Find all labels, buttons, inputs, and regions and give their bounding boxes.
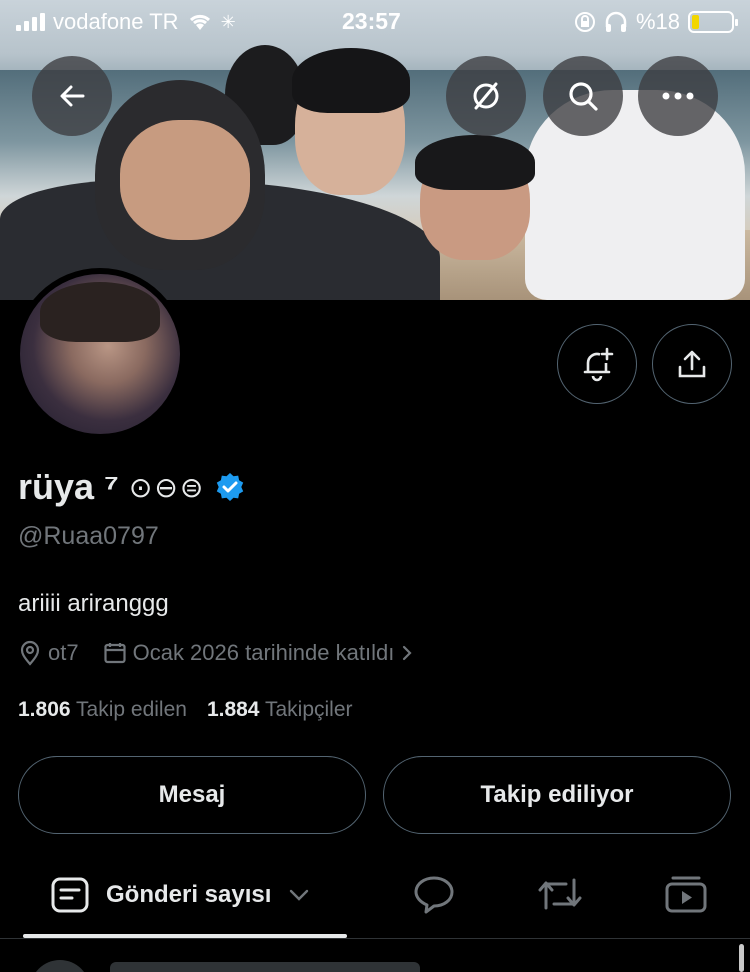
next-post-avatar: [30, 960, 90, 972]
slash-circle-icon: [473, 82, 499, 110]
following-button[interactable]: Takip ediliyor: [383, 756, 731, 834]
status-right: %18: [574, 9, 738, 35]
back-button[interactable]: [32, 56, 112, 136]
message-button[interactable]: Mesaj: [18, 756, 366, 834]
battery-percent: %18: [635, 9, 680, 34]
display-name: rüya ⁷: [18, 466, 119, 507]
signal-icon: [16, 13, 45, 31]
name-symbols: ⊙⊖⊜: [128, 471, 206, 503]
more-button[interactable]: [638, 56, 718, 136]
profile-meta: ot7 Ocak 2026 tarihinde katıldı: [18, 640, 430, 666]
clock: 23:57: [342, 8, 401, 34]
profile-banner[interactable]: [0, 0, 750, 300]
retweet-icon[interactable]: [536, 874, 584, 914]
chevron-right-icon: [403, 645, 412, 661]
followers-stat[interactable]: 1.884 Takipçiler: [207, 698, 353, 722]
media-icon[interactable]: [664, 874, 708, 914]
location-pin-icon: [20, 640, 40, 666]
followers-count: 1.884: [206, 698, 260, 721]
joined-date: Ocak 2026 tarihinde katıldı: [132, 640, 395, 665]
calendar-icon: [103, 643, 126, 664]
following-count: 1.806: [18, 698, 71, 721]
headphones-icon: [605, 11, 627, 32]
followers-label: Takipçiler: [264, 698, 353, 721]
search-icon: [569, 82, 598, 111]
arrow-left-icon: [60, 85, 85, 107]
following-stat[interactable]: 1.806 Takip edilen: [18, 698, 187, 722]
grok-button[interactable]: [446, 56, 526, 136]
status-bar: vodafone TR ✳ 23:57 %18: [0, 0, 750, 42]
carrier-name: vodafone TR: [53, 9, 179, 34]
tab-posts[interactable]: Gönderi sayısı: [50, 876, 311, 914]
following-label: Takip edilen: [76, 698, 187, 721]
reply-bubble-icon[interactable]: [412, 874, 456, 914]
posts-list-icon: [51, 877, 89, 913]
share-icon: [678, 350, 706, 378]
loading-spinner-icon: ✳: [220, 11, 236, 32]
verified-badge-icon[interactable]: [215, 472, 245, 502]
tabs-divider: [0, 938, 750, 939]
follow-stats: 1.806 Takip edilen 1.884 Takipçiler: [18, 698, 353, 722]
location-group: ot7: [18, 640, 79, 666]
next-post-preview: [110, 962, 420, 972]
share-button[interactable]: [652, 324, 732, 404]
location: ot7: [48, 640, 79, 665]
name-row: rüya ⁷ ⊙⊖⊜: [18, 466, 245, 508]
banner-figure: [292, 48, 410, 113]
profile-tabs: Gönderi sayısı: [0, 858, 750, 938]
carrier-group: vodafone TR ✳: [16, 9, 236, 35]
banner-figure: [415, 135, 535, 190]
search-button[interactable]: [543, 56, 623, 136]
banner-figure: [120, 120, 250, 240]
bio: ariiii ariranggg: [18, 590, 169, 617]
avatar-image: [20, 274, 180, 434]
handle: @Ruaa0797: [18, 522, 159, 550]
joined-group[interactable]: Ocak 2026 tarihinde katıldı: [103, 640, 415, 666]
orientation-lock-icon: [574, 12, 595, 32]
wifi-icon: [189, 14, 210, 30]
profile-avatar[interactable]: [14, 268, 186, 440]
notify-button[interactable]: [557, 324, 637, 404]
tab-posts-label: Gönderi sayısı: [106, 881, 272, 908]
scrollbar[interactable]: [739, 944, 744, 972]
battery-icon: [688, 11, 738, 33]
chevron-down-icon: [290, 889, 309, 901]
more-horizontal-icon: [662, 92, 694, 100]
bell-plus-icon: [583, 347, 614, 382]
